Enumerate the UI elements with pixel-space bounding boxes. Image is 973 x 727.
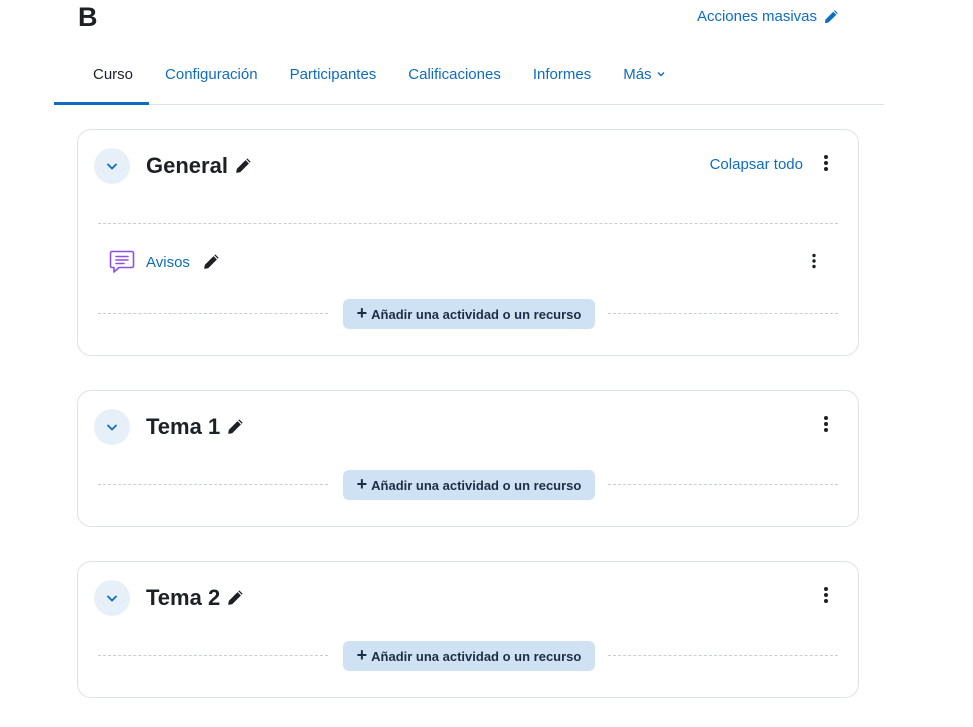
edit-activity-pencil-icon[interactable] — [202, 253, 220, 271]
add-activity-row: + Añadir una actividad o un recurso — [98, 641, 838, 671]
edit-title-pencil-icon[interactable] — [226, 589, 244, 607]
tab-label: Más — [623, 65, 652, 83]
section-title: Tema 2 — [146, 585, 221, 610]
section-collapse-button[interactable] — [94, 409, 130, 445]
plus-icon: + — [356, 303, 368, 323]
section-header: Tema 1 — [94, 409, 244, 445]
tab-curso[interactable]: Curso — [54, 44, 150, 105]
section-collapse-button[interactable] — [94, 580, 130, 616]
tab-calificaciones[interactable]: Calificaciones — [392, 44, 517, 104]
chevron-down-icon — [106, 595, 118, 602]
bulk-actions-link[interactable]: Acciones masivas — [697, 8, 839, 25]
chevron-down-icon — [106, 424, 118, 431]
section-title: General — [146, 153, 228, 178]
tab-participantes[interactable]: Participantes — [274, 44, 393, 104]
divider — [98, 313, 328, 314]
section-menu-kebab-icon[interactable] — [816, 151, 836, 175]
tab-label: Informes — [532, 65, 592, 83]
add-activity-button[interactable]: + Añadir una actividad o un recurso — [343, 641, 595, 671]
add-activity-row: + Añadir una actividad o un recurso — [98, 470, 838, 500]
chevron-down-icon — [106, 163, 118, 170]
divider — [608, 484, 838, 485]
section-general: General Colapsar todo Avisos + Añadir un… — [77, 129, 859, 356]
collapse-all-link[interactable]: Colapsar todo — [710, 156, 803, 173]
divider — [98, 223, 838, 224]
activity-menu-kebab-icon[interactable] — [804, 249, 824, 273]
add-activity-label: Añadir una actividad o un recurso — [371, 648, 582, 664]
divider — [98, 484, 328, 485]
add-activity-label: Añadir una actividad o un recurso — [371, 477, 582, 493]
tab-informes[interactable]: Informes — [517, 44, 607, 104]
edit-title-pencil-icon[interactable] — [234, 157, 252, 175]
section-collapse-button[interactable] — [94, 148, 130, 184]
edit-title-pencil-icon[interactable] — [226, 418, 244, 436]
section-menu-kebab-icon[interactable] — [816, 412, 836, 436]
course-page: B Acciones masivas Curso Configuración P… — [0, 0, 973, 727]
bulk-actions-label: Acciones masivas — [696, 8, 817, 25]
tab-mas[interactable]: Más — [607, 44, 681, 104]
course-title: B — [78, 2, 98, 32]
section-tema-1: Tema 1 + Añadir una actividad o un recur… — [77, 390, 859, 527]
add-activity-row: + Añadir una actividad o un recurso — [98, 299, 838, 329]
forum-icon — [109, 250, 135, 273]
plus-icon: + — [356, 474, 368, 494]
section-menu-kebab-icon[interactable] — [816, 583, 836, 607]
tab-label: Configuración — [165, 65, 258, 83]
chevron-down-icon — [657, 72, 665, 77]
plus-icon: + — [356, 645, 368, 665]
tab-configuracion[interactable]: Configuración — [149, 44, 274, 104]
section-header: Tema 2 — [94, 580, 244, 616]
tab-label: Curso — [93, 65, 134, 83]
section-header: General — [94, 148, 252, 184]
add-activity-button[interactable]: + Añadir una actividad o un recurso — [343, 470, 595, 500]
tab-label: Calificaciones — [408, 65, 501, 83]
section-tema-2: Tema 2 + Añadir una actividad o un recur… — [77, 561, 859, 698]
add-activity-button[interactable]: + Añadir una actividad o un recurso — [343, 299, 595, 329]
activity-item: Avisos — [108, 248, 220, 276]
activity-link-avisos[interactable]: Avisos — [146, 254, 190, 271]
divider — [608, 313, 838, 314]
tab-label: Participantes — [289, 65, 377, 83]
course-tabs: Curso Configuración Participantes Califi… — [54, 44, 884, 105]
pencil-icon — [824, 9, 838, 23]
section-title: Tema 1 — [146, 414, 221, 439]
divider — [608, 655, 838, 656]
divider — [98, 655, 328, 656]
add-activity-label: Añadir una actividad o un recurso — [371, 306, 582, 322]
